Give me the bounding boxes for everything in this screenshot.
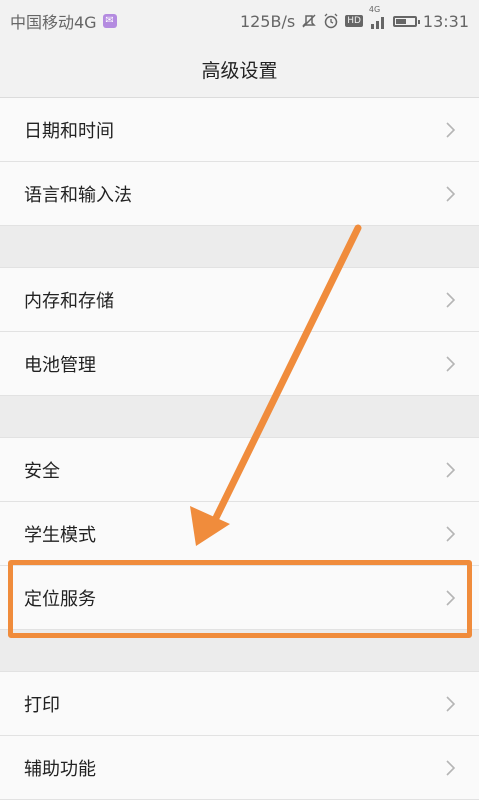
section-divider	[0, 226, 479, 268]
settings-item-location-services[interactable]: 定位服务	[0, 566, 479, 630]
settings-item-memory-storage[interactable]: 内存和存储	[0, 268, 479, 332]
settings-item-label: 安全	[24, 460, 60, 482]
settings-item-label: 辅助功能	[24, 758, 96, 780]
status-bar-right: 125B/s HD 4G 13:31	[239, 5, 469, 31]
chevron-right-icon	[446, 695, 456, 712]
clock: 13:31	[422, 11, 469, 31]
sim-icon: ✉	[102, 14, 117, 28]
network-speed: 125B/s	[239, 11, 296, 31]
hd-icon: HD	[345, 15, 363, 27]
settings-item-accessibility[interactable]: 辅助功能	[0, 736, 479, 800]
settings-item-label: 内存和存储	[24, 290, 114, 312]
settings-item-label: 语言和输入法	[24, 184, 132, 206]
status-bar-left: 中国移动4G ✉	[10, 9, 117, 33]
settings-item-student-mode[interactable]: 学生模式	[0, 502, 479, 566]
signal-label: 4G	[368, 5, 381, 14]
chevron-right-icon	[446, 461, 456, 478]
chevron-right-icon	[446, 121, 456, 138]
chevron-right-icon	[446, 185, 456, 202]
chevron-right-icon	[446, 589, 456, 606]
battery-fill	[395, 18, 406, 24]
settings-item-security[interactable]: 安全	[0, 438, 479, 502]
settings-item-language-input[interactable]: 语言和输入法	[0, 162, 479, 226]
settings-item-print[interactable]: 打印	[0, 672, 479, 736]
settings-list: 日期和时间 语言和输入法 内存和存储 电池管理 安全 学生模式 定位服务 打印 …	[0, 98, 479, 800]
settings-item-label: 学生模式	[24, 524, 96, 546]
chevron-right-icon	[446, 525, 456, 542]
chevron-right-icon	[446, 759, 456, 776]
chevron-right-icon	[446, 355, 456, 372]
mute-icon	[301, 13, 317, 29]
settings-item-label: 日期和时间	[24, 120, 114, 142]
page-title: 高级设置	[0, 42, 479, 98]
settings-item-battery[interactable]: 电池管理	[0, 332, 479, 396]
settings-item-label: 电池管理	[24, 354, 96, 376]
settings-item-label: 打印	[24, 694, 60, 716]
carrier-label: 中国移动4G	[10, 13, 97, 32]
status-bar: 中国移动4G ✉ 125B/s HD 4G 13:31	[0, 0, 479, 42]
section-divider	[0, 396, 479, 438]
settings-item-date-time[interactable]: 日期和时间	[0, 98, 479, 162]
chevron-right-icon	[446, 291, 456, 308]
alarm-icon	[323, 13, 339, 29]
settings-item-label: 定位服务	[24, 588, 96, 610]
section-divider	[0, 630, 479, 672]
battery-icon	[392, 15, 420, 27]
signal-icon: 4G	[369, 5, 387, 29]
